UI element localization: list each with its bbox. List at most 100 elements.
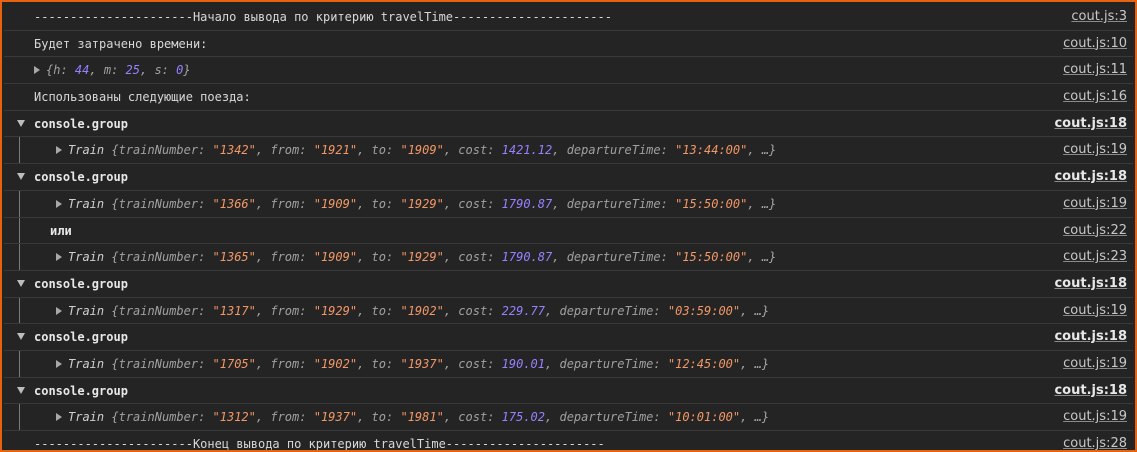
- comma: ,: [357, 410, 365, 425]
- key: from:: [270, 143, 307, 158]
- train-object-preview[interactable]: Train {trainNumber: "1312", from: "1937"…: [56, 404, 769, 431]
- value-number: 1790.87: [501, 250, 553, 265]
- group-indent-guide: [19, 404, 20, 430]
- source-link[interactable]: cout.js:19: [1063, 404, 1127, 431]
- value-string: "1909": [313, 196, 358, 211]
- brace: {: [111, 250, 119, 265]
- brace: {: [111, 196, 119, 211]
- source-link[interactable]: cout.js:18: [1054, 324, 1127, 351]
- source-link[interactable]: cout.js:19: [1063, 298, 1127, 325]
- collapse-arrow-icon[interactable]: [17, 119, 25, 127]
- value-string: "1909": [400, 143, 444, 158]
- key: trainNumber:: [118, 250, 206, 265]
- value-number: 1790.87: [501, 196, 553, 211]
- key: trainNumber:: [118, 303, 206, 318]
- train-object-preview[interactable]: Train {trainNumber: "1365", from: "1909"…: [56, 244, 776, 271]
- comma: ,: [255, 410, 264, 425]
- value-number: 44: [74, 63, 90, 78]
- comma: ,: [357, 143, 365, 158]
- comma: ,: [443, 250, 452, 265]
- train-object-preview[interactable]: Train {trainNumber: "1317", from: "1929"…: [56, 298, 769, 325]
- value-string: "1902": [400, 303, 444, 318]
- expand-arrow-icon[interactable]: [56, 253, 62, 262]
- class-name: Train: [68, 196, 105, 211]
- expand-arrow-icon[interactable]: [34, 66, 40, 75]
- comma: ,: [545, 356, 553, 371]
- source-link[interactable]: cout.js:10: [1063, 31, 1127, 58]
- source-link[interactable]: cout.js:16: [1063, 84, 1127, 111]
- source-link[interactable]: cout.js:18: [1054, 271, 1127, 298]
- collapse-arrow-icon[interactable]: [17, 386, 25, 394]
- key: cost:: [458, 143, 495, 158]
- ellipsis: …}: [761, 250, 777, 265]
- train-object-preview[interactable]: Train {trainNumber: "1705", from: "1902"…: [56, 351, 769, 378]
- comma: ,: [740, 356, 748, 371]
- console-group-header[interactable]: console.group cout.js:18: [4, 324, 1133, 351]
- train-row: Train {trainNumber: "1342", from: "1921"…: [4, 137, 1133, 165]
- group-indent-guide: [19, 137, 20, 164]
- devtools-console: ----------------------Начало вывода по к…: [4, 4, 1133, 451]
- comma: ,: [357, 303, 365, 318]
- expand-arrow-icon[interactable]: [56, 306, 62, 315]
- log-message: ----------------------Конец вывода по кр…: [34, 437, 605, 451]
- source-link[interactable]: cout.js:19: [1063, 137, 1127, 164]
- key: trainNumber:: [118, 410, 206, 425]
- comma: ,: [357, 356, 365, 371]
- key: trainNumber:: [118, 196, 206, 211]
- group-indent-guide: [19, 350, 20, 377]
- key: to:: [371, 143, 394, 158]
- key: to:: [371, 410, 394, 425]
- console-group-header[interactable]: console.group cout.js:18: [4, 164, 1133, 191]
- comma: ,: [443, 356, 452, 371]
- source-link[interactable]: cout.js:18: [1054, 111, 1127, 138]
- source-link[interactable]: cout.js:19: [1063, 191, 1127, 218]
- value-string: "1929": [400, 250, 444, 265]
- console-group-header[interactable]: console.group cout.js:18: [4, 378, 1133, 405]
- source-link[interactable]: cout.js:23: [1063, 244, 1127, 271]
- value-number: 175.02: [501, 410, 546, 425]
- group-label: console.group: [34, 170, 128, 185]
- comma: ,: [552, 143, 560, 158]
- comma: ,: [255, 303, 264, 318]
- collapse-arrow-icon[interactable]: [17, 173, 25, 181]
- comma: ,: [255, 356, 264, 371]
- source-link[interactable]: cout.js:18: [1054, 378, 1127, 405]
- source-link[interactable]: cout.js:22: [1063, 218, 1127, 245]
- train-row: Train {trainNumber: "1366", from: "1909"…: [4, 190, 1133, 218]
- train-row: Train {trainNumber: "1317", from: "1929"…: [4, 297, 1133, 325]
- collapse-arrow-icon[interactable]: [17, 333, 25, 341]
- comma: ,: [740, 303, 748, 318]
- source-link[interactable]: cout.js:3: [1071, 4, 1127, 31]
- train-object-preview[interactable]: Train {trainNumber: "1366", from: "1909"…: [56, 191, 776, 218]
- comma: ,: [552, 250, 560, 265]
- object-preview[interactable]: {h: 44, m: 25, s: 0}: [34, 57, 191, 84]
- console-group-header[interactable]: console.group cout.js:18: [4, 271, 1133, 298]
- value-string: "1929": [313, 303, 358, 318]
- comma: ,: [89, 63, 97, 78]
- value-string: "10:01:00": [667, 410, 741, 425]
- value-string: "1921": [313, 143, 358, 158]
- log-message: Будет затрачено времени:: [34, 36, 208, 51]
- collapse-arrow-icon[interactable]: [17, 279, 25, 287]
- comma: ,: [740, 410, 748, 425]
- value-number: 229.77: [501, 303, 546, 318]
- source-link[interactable]: cout.js:11: [1063, 57, 1127, 84]
- console-row: {h: 44, m: 25, s: 0} cout.js:11: [4, 57, 1133, 85]
- source-link[interactable]: cout.js:19: [1063, 351, 1127, 378]
- source-link[interactable]: cout.js:28: [1063, 431, 1127, 450]
- console-group-header[interactable]: console.group cout.js:18: [4, 111, 1133, 138]
- expand-arrow-icon[interactable]: [56, 359, 62, 368]
- group-indent-guide: [19, 217, 20, 244]
- expand-arrow-icon[interactable]: [56, 146, 62, 155]
- source-link[interactable]: cout.js:18: [1054, 164, 1127, 191]
- key: departureTime:: [559, 303, 661, 318]
- brace: {: [111, 356, 119, 371]
- comma: ,: [443, 143, 452, 158]
- train-object-preview[interactable]: Train {trainNumber: "1342", from: "1921"…: [56, 137, 776, 164]
- value-number: 190.01: [501, 356, 546, 371]
- console-row: ----------------------Конец вывода по кр…: [4, 431, 1133, 451]
- expand-arrow-icon[interactable]: [56, 199, 62, 208]
- value-string: "1317": [212, 303, 256, 318]
- expand-arrow-icon[interactable]: [56, 413, 62, 422]
- brace: {: [111, 410, 119, 425]
